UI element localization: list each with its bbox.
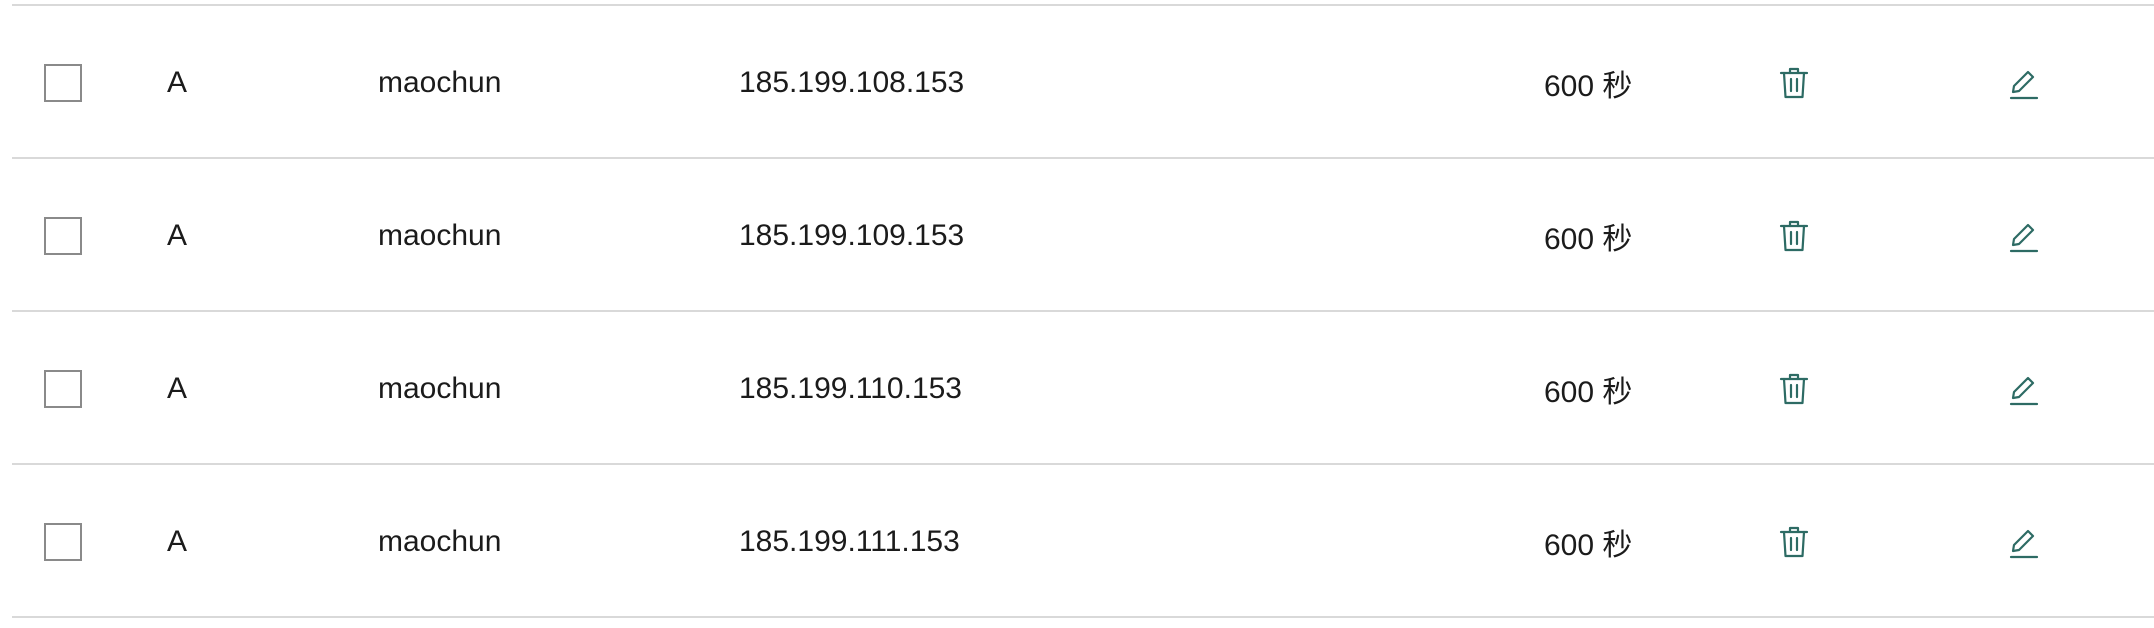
dns-records-table: A maochun 185.199.108.153 600 秒 A maochu…: [12, 4, 2154, 618]
delete-button[interactable]: [1772, 367, 1816, 411]
row-select-cell: [44, 159, 82, 312]
table-row: A maochun 185.199.109.153 600 秒: [12, 157, 2154, 310]
delete-cell: [1772, 6, 1816, 159]
record-type: A: [167, 218, 188, 252]
record-ttl: 600 秒: [1544, 528, 1633, 562]
delete-button[interactable]: [1772, 61, 1816, 105]
delete-button[interactable]: [1772, 520, 1816, 564]
record-ttl: 600 秒: [1544, 375, 1633, 409]
row-select-cell: [44, 312, 82, 465]
trash-icon: [1779, 219, 1809, 253]
pencil-icon: [2009, 525, 2039, 559]
record-value: 185.199.110.153: [739, 371, 962, 405]
edit-button[interactable]: [2002, 520, 2046, 564]
row-select-cell: [44, 6, 82, 159]
row-select-checkbox[interactable]: [44, 63, 82, 102]
record-value: 185.199.111.153: [739, 524, 960, 558]
record-type: A: [167, 371, 188, 405]
pencil-icon: [2009, 372, 2039, 406]
pencil-icon: [2009, 66, 2039, 100]
edit-button[interactable]: [2002, 367, 2046, 411]
record-value: 185.199.109.153: [739, 218, 965, 252]
edit-cell: [2002, 312, 2046, 465]
table-row: A maochun 185.199.111.153 600 秒: [12, 463, 2154, 618]
row-select-checkbox[interactable]: [44, 369, 82, 408]
edit-button[interactable]: [2002, 214, 2046, 258]
edit-cell: [2002, 6, 2046, 159]
record-ttl: 600 秒: [1544, 222, 1633, 256]
row-select-checkbox[interactable]: [44, 522, 82, 561]
trash-icon: [1779, 372, 1809, 406]
edit-button[interactable]: [2002, 61, 2046, 105]
record-ttl: 600 秒: [1544, 69, 1633, 103]
record-type: A: [167, 65, 188, 99]
delete-cell: [1772, 159, 1816, 312]
delete-button[interactable]: [1772, 214, 1816, 258]
table-row: A maochun 185.199.110.153 600 秒: [12, 310, 2154, 463]
record-name: maochun: [378, 218, 502, 252]
record-name: maochun: [378, 65, 502, 99]
trash-icon: [1779, 525, 1809, 559]
trash-icon: [1779, 66, 1809, 100]
delete-cell: [1772, 312, 1816, 465]
pencil-icon: [2009, 219, 2039, 253]
record-name: maochun: [378, 371, 502, 405]
row-select-cell: [44, 465, 82, 618]
record-type: A: [167, 524, 188, 558]
table-row: A maochun 185.199.108.153 600 秒: [12, 4, 2154, 157]
record-value: 185.199.108.153: [739, 65, 965, 99]
row-select-checkbox[interactable]: [44, 216, 82, 255]
delete-cell: [1772, 465, 1816, 618]
edit-cell: [2002, 159, 2046, 312]
record-name: maochun: [378, 524, 502, 558]
edit-cell: [2002, 465, 2046, 618]
